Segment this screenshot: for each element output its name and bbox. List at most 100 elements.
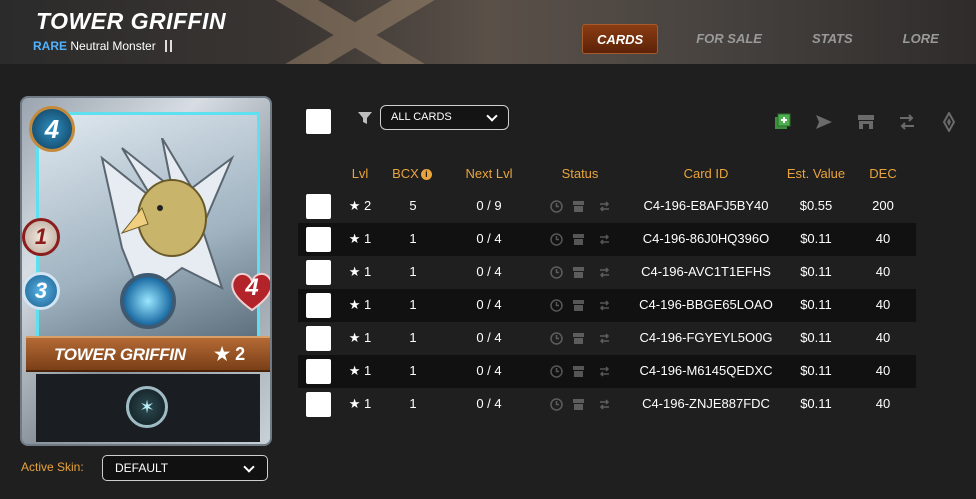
column-header-next-lvl[interactable]: Next Lvl <box>452 166 526 181</box>
send-icon[interactable] <box>814 112 834 132</box>
cell-dec: 40 <box>875 330 891 345</box>
table-row[interactable]: ★ 1 1 0 / 4 C4-196-BBGE65LOAO $0.11 40 <box>298 289 916 322</box>
cell-dec: 40 <box>875 297 891 312</box>
tab-for-sale[interactable]: FOR SALE <box>696 24 762 54</box>
card-subtitle: RARE Neutral Monster <box>33 39 173 53</box>
card-type-label: Neutral Monster <box>70 39 156 53</box>
cell-dec: 200 <box>872 198 894 213</box>
select-all-checkbox[interactable] <box>306 109 331 134</box>
transfer-icon <box>599 267 610 278</box>
ability-icon: ✶ <box>126 386 168 428</box>
tab-stats[interactable]: STATS <box>812 24 853 54</box>
cell-next-lvl: 0 / 4 <box>476 297 502 312</box>
cell-lvl: ★ 1 <box>348 396 372 411</box>
cell-dec: 40 <box>875 231 891 246</box>
table-row[interactable]: ★ 2 5 0 / 9 C4-196-E8AFJ5BY40 $0.55 200 <box>298 190 916 223</box>
cell-lvl: ★ 2 <box>348 198 372 213</box>
cell-lvl: ★ 1 <box>348 297 372 312</box>
skin-select[interactable]: DEFAULT <box>102 455 268 481</box>
market-icon <box>573 399 584 410</box>
speed-stat: 3 <box>22 272 60 310</box>
market-icon <box>573 201 584 212</box>
table-row[interactable]: ★ 1 1 0 / 4 C4-196-86J0HQ396O $0.11 40 <box>298 223 916 256</box>
clock-icon <box>550 266 563 279</box>
table-row[interactable]: ★ 1 1 0 / 4 C4-196-AVC1T1EFHS $0.11 40 <box>298 256 916 289</box>
cell-next-lvl: 0 / 4 <box>476 264 502 279</box>
transfer-icon <box>599 399 610 410</box>
column-header-est-value[interactable]: Est. Value <box>778 166 854 181</box>
row-checkbox[interactable] <box>306 260 331 285</box>
transfer-icon <box>599 366 610 377</box>
active-skin-label: Active Skin: <box>21 460 84 474</box>
add-to-deck-icon[interactable] <box>772 112 792 132</box>
row-checkbox[interactable] <box>306 194 331 219</box>
row-checkbox[interactable] <box>306 392 331 417</box>
health-value: 4 <box>245 274 259 301</box>
cell-card-id: C4-196-ZNJE887FDC <box>642 396 770 411</box>
cell-card-id: C4-196-86J0HQ396O <box>642 231 770 246</box>
cell-est-value: $0.11 <box>800 297 832 312</box>
rarity-label: RARE <box>33 39 68 53</box>
cell-card-id: C4-196-FGYEYL5O0G <box>639 330 773 345</box>
filter-icon[interactable] <box>357 110 373 126</box>
info-icon[interactable]: i <box>420 169 432 180</box>
cell-next-lvl: 0 / 4 <box>476 396 502 411</box>
tab-cards[interactable]: CARDS <box>582 24 659 54</box>
market-icon <box>573 366 584 377</box>
market-icon <box>573 333 584 344</box>
row-checkbox[interactable] <box>306 227 331 252</box>
cell-est-value: $0.11 <box>800 231 832 246</box>
tab-bar: CARDS FOR SALE STATS LORE <box>582 24 939 54</box>
crossed-axes-decoration-icon <box>275 0 435 64</box>
clock-icon <box>550 299 563 312</box>
row-checkbox[interactable] <box>306 293 331 318</box>
neutral-element-icon <box>120 273 176 329</box>
burn-icon[interactable] <box>939 112 959 132</box>
bcx-header-label: BCX <box>392 166 419 181</box>
cell-card-id: C4-196-AVC1T1EFHS <box>641 264 771 279</box>
column-header-status[interactable]: Status <box>550 166 610 181</box>
cell-card-id: C4-196-M6145QEDXC <box>639 363 773 378</box>
cell-bcx: 1 <box>409 231 417 246</box>
clock-icon <box>550 398 563 411</box>
market-icon <box>573 234 584 245</box>
card-level: ★ 2 <box>214 344 246 364</box>
transfer-icon <box>599 234 610 245</box>
cell-lvl: ★ 1 <box>348 231 372 246</box>
cell-est-value: $0.11 <box>800 363 832 378</box>
cell-est-value: $0.11 <box>800 396 832 411</box>
card-nameplate: TOWER GRIFFIN ★ 2 <box>26 336 270 372</box>
table-row[interactable]: ★ 1 1 0 / 4 C4-196-M6145QEDXC $0.11 40 <box>298 355 916 388</box>
card-image: 4 1 3 4 TOWER GRIFFIN ★ 2 ✶ <box>20 96 272 446</box>
table-row[interactable]: ★ 1 1 0 / 4 C4-196-ZNJE887FDC $0.11 40 <box>298 388 916 421</box>
mana-cost: 4 <box>29 106 75 152</box>
cell-dec: 40 <box>875 396 891 411</box>
market-icon[interactable] <box>856 112 876 132</box>
filter-select-value: ALL CARDS <box>391 111 452 123</box>
column-header-card-id[interactable]: Card ID <box>650 166 762 181</box>
cell-est-value: $0.55 <box>799 198 833 213</box>
market-icon <box>573 300 584 311</box>
cell-lvl: ★ 1 <box>348 330 372 345</box>
column-header-lvl[interactable]: Lvl <box>342 166 378 181</box>
clock-icon <box>550 332 563 345</box>
transfer-icon[interactable] <box>897 112 917 132</box>
row-checkbox[interactable] <box>306 359 331 384</box>
column-header-bcx[interactable]: BCX i <box>384 166 440 181</box>
column-header-dec[interactable]: DEC <box>862 166 904 181</box>
card-filter-select[interactable]: ALL CARDS <box>380 105 509 130</box>
tab-lore[interactable]: LORE <box>903 24 939 54</box>
cell-next-lvl: 0 / 4 <box>476 231 502 246</box>
cell-bcx: 1 <box>409 297 417 312</box>
cell-bcx: 1 <box>409 363 417 378</box>
chevron-down-icon <box>243 461 255 473</box>
cell-bcx: 1 <box>409 264 417 279</box>
cell-bcx: 1 <box>409 330 417 345</box>
table-row[interactable]: ★ 1 1 0 / 4 C4-196-FGYEYL5O0G $0.11 40 <box>298 322 916 355</box>
chevron-down-icon <box>486 110 498 122</box>
page-title: TOWER GRIFFIN <box>36 8 227 34</box>
cell-lvl: ★ 1 <box>348 363 372 378</box>
row-checkbox[interactable] <box>306 326 331 351</box>
cell-next-lvl: 0 / 4 <box>476 330 502 345</box>
edition-icon <box>165 40 173 52</box>
